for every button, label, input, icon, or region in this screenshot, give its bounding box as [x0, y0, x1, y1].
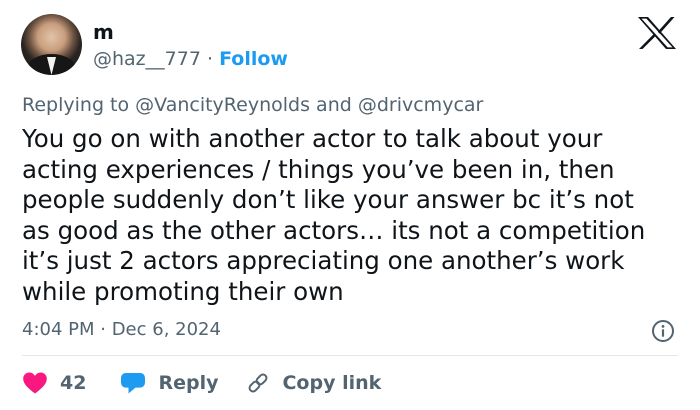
handle-separator: ·	[206, 48, 214, 70]
like-count: 42	[60, 372, 87, 394]
tweet-text-line: while promoting their own	[22, 276, 344, 306]
action-bar: 42 Reply Copy link	[22, 369, 381, 397]
x-logo-icon[interactable]	[637, 16, 677, 50]
reply-button[interactable]: Reply	[120, 371, 218, 395]
tweet-text-line: acting experiences / things you’ve been …	[22, 154, 615, 184]
divider	[22, 355, 678, 356]
avatar[interactable]	[21, 14, 82, 75]
mention-vancityreynolds[interactable]: @VancityReynolds	[135, 94, 310, 116]
heart-icon	[23, 372, 47, 394]
replying-conjunction: and	[316, 94, 352, 116]
reply-label: Reply	[158, 372, 219, 394]
author-name[interactable]: m	[93, 20, 114, 44]
author-handle[interactable]: @haz__777	[93, 48, 201, 70]
link-icon	[249, 373, 268, 393]
copy-link-label: Copy link	[282, 372, 382, 394]
replying-prefix: Replying to	[22, 94, 130, 116]
tweet-timestamp[interactable]: 4:04 PM · Dec 6, 2024	[22, 318, 221, 342]
replying-to: Replying to @VancityReynolds and @drivcm…	[22, 93, 483, 117]
mention-drivcmycar[interactable]: @drivcmycar	[358, 94, 484, 116]
tweet-text-line: as good as the other actors… its not a c…	[22, 215, 646, 245]
tweet-text-line: You go on with another actor to talk abo…	[22, 124, 603, 153]
follow-button[interactable]: Follow	[219, 48, 288, 70]
tweet-text: You go on with another actor to talk abo…	[22, 124, 686, 307]
tweet-text-line: people suddenly don’t like your answer b…	[22, 185, 634, 214]
like-button[interactable]: 42	[22, 371, 86, 395]
info-icon[interactable]	[651, 319, 675, 343]
tweet-text-line: it’s just 2 actors appreciating one anot…	[22, 246, 625, 275]
author-handle-line: @haz__777 · Follow	[93, 47, 288, 71]
copy-link-button[interactable]: Copy link	[246, 371, 381, 395]
speech-bubble-icon	[121, 373, 146, 394]
